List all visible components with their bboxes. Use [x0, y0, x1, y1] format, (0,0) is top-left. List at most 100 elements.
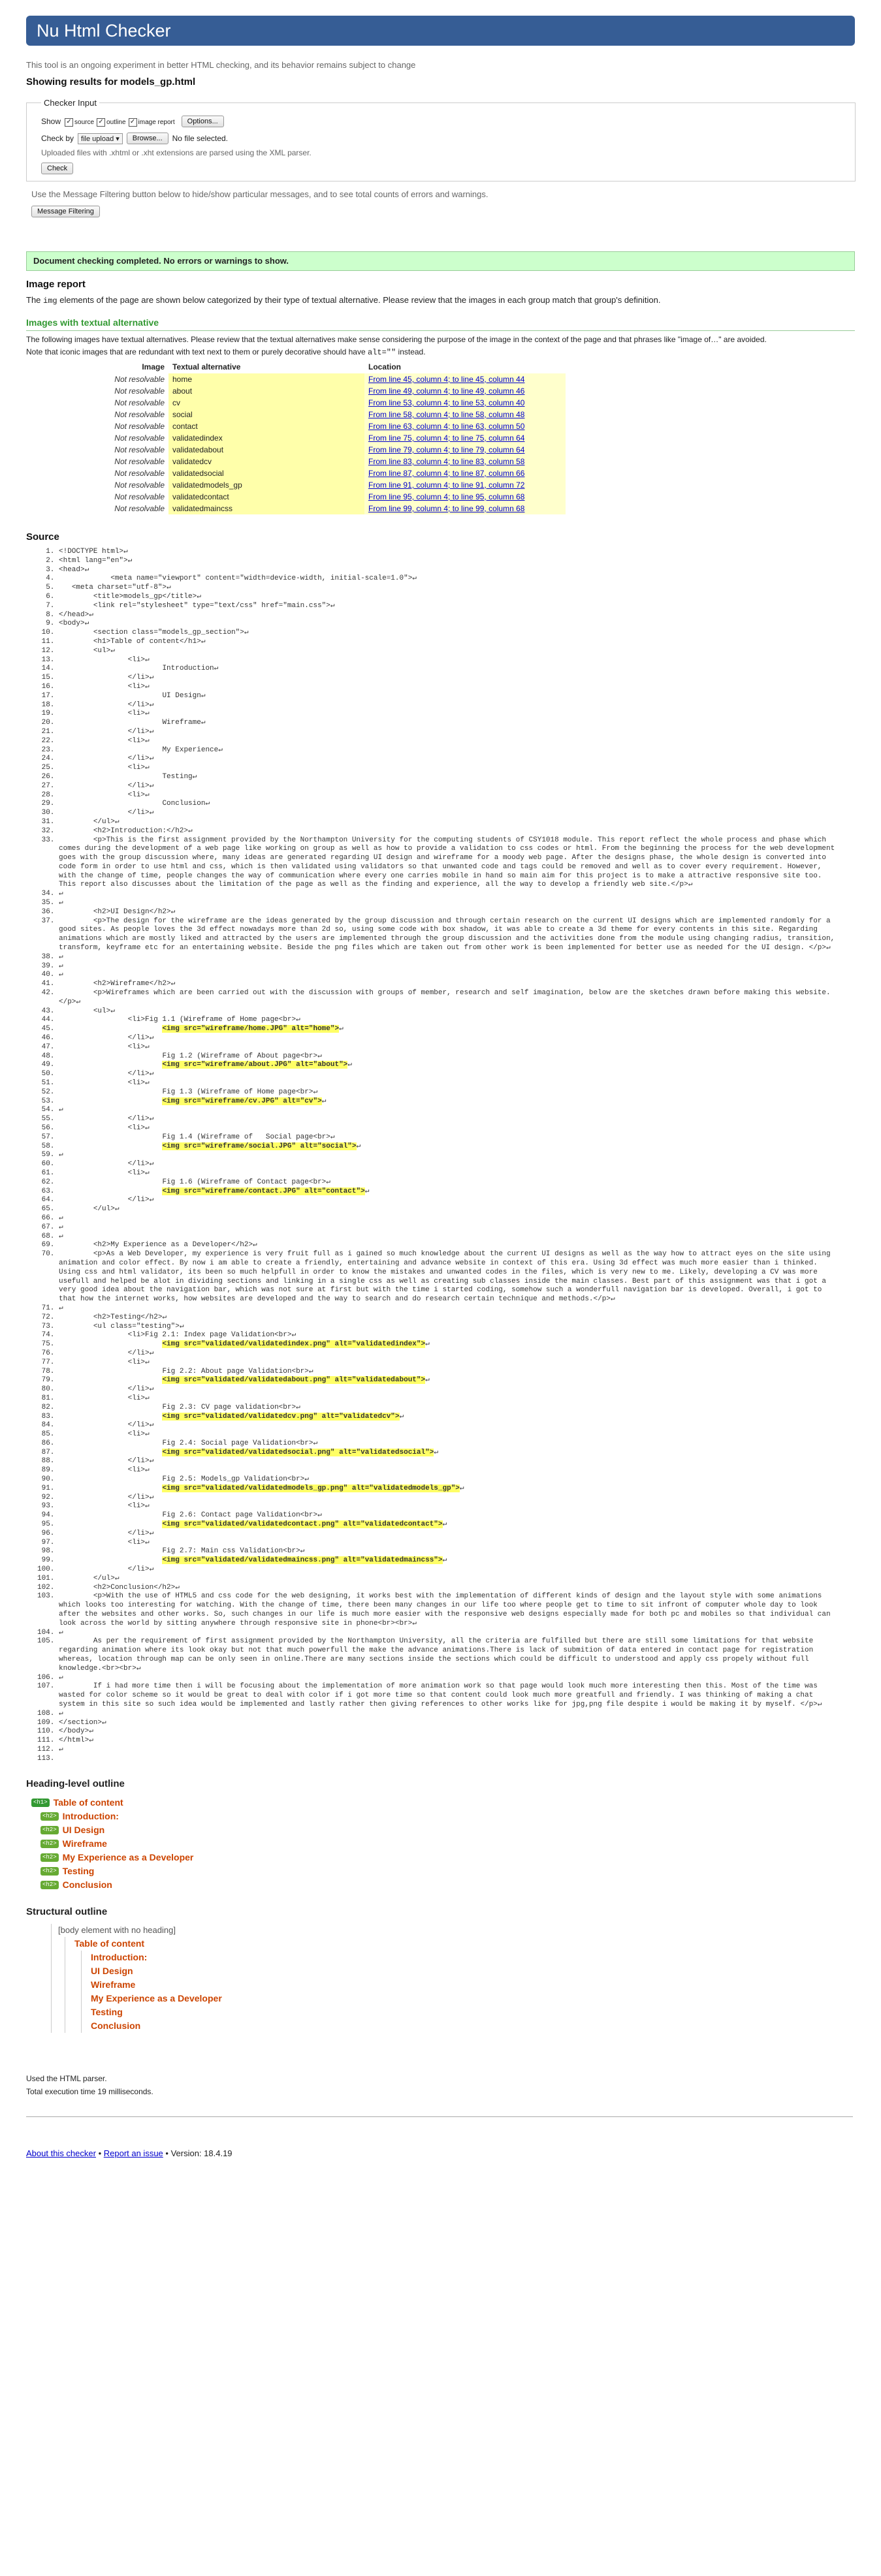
source-line: <li>↵: [59, 1394, 836, 1404]
source-line: <meta name="viewport" content="width=dev…: [59, 574, 836, 584]
source-line: <ul>↵: [59, 647, 836, 656]
heading-level-badge: <h1>: [31, 1798, 50, 1807]
source-line: <h2>UI Design</h2>↵: [59, 908, 836, 917]
image-cell: Not resolvable: [114, 445, 165, 454]
location-cell: From line 75, column 4; to line 75, colu…: [364, 432, 566, 444]
source-line: <link rel="stylesheet" type="text/css" h…: [59, 602, 836, 611]
source-line: ↵: [59, 899, 836, 908]
source-line: ↵: [59, 1151, 836, 1160]
location-link[interactable]: From line 75, column 4; to line 75, colu…: [368, 433, 524, 443]
check-button[interactable]: Check: [41, 163, 74, 174]
location-cell: From line 91, column 4; to line 91, colu…: [364, 479, 566, 491]
source-line: <body>↵: [59, 620, 836, 629]
checkbox-icon[interactable]: ✓: [128, 118, 137, 127]
source-line: Wireframe↵: [59, 719, 836, 728]
outline-item: <h2> Conclusion: [40, 1878, 855, 1892]
location-link[interactable]: From line 63, column 4; to line 63, colu…: [368, 422, 524, 431]
source-line: ↵: [59, 1106, 836, 1115]
show-option-1[interactable]: ✓ outline: [97, 118, 126, 127]
check-by-value: file upload: [81, 134, 114, 143]
heading-level-badge: <h2>: [40, 1812, 59, 1821]
source-line: <li>↵: [59, 1124, 836, 1133]
source-line: <title>models_gp</title>↵: [59, 593, 836, 602]
source-line: ↵: [59, 890, 836, 899]
location-link[interactable]: From line 99, column 4; to line 99, colu…: [368, 504, 524, 513]
table-row: Not resolvable validatedabout From line 79…: [104, 444, 566, 456]
structural-outline-heading: Structural outline: [26, 1906, 108, 1917]
location-link[interactable]: From line 95, column 4; to line 95, colu…: [368, 492, 524, 501]
source-line: <img src="wireframe/cv.JPG" alt="cv">↵: [59, 1097, 836, 1107]
browse-button[interactable]: Browse...: [126, 133, 168, 144]
table-row: Not resolvable validatedmodels_gp From lin…: [104, 479, 566, 491]
source-line: </li>↵: [59, 701, 836, 710]
source-line: <li>↵: [59, 683, 836, 692]
structural-child-node: Introduction:: [91, 1951, 148, 1962]
location-cell: From line 87, column 4; to line 87, colu…: [364, 467, 566, 479]
heading-level-badge: <h2>: [40, 1839, 59, 1848]
highlighted-img-tag: <img src="validated/validatedcontact.png…: [162, 1520, 443, 1529]
alt-text-cell: social: [168, 409, 364, 420]
image-cell: Not resolvable: [114, 422, 165, 431]
source-line: <li>↵: [59, 1079, 836, 1088]
alt-text-cell: home: [168, 373, 364, 385]
filter-note: Use the Message Filtering button below t…: [31, 189, 489, 199]
highlighted-img-tag: <img src="validated/validatedcv.png" alt…: [162, 1412, 400, 1421]
source-line: <h2>Conclusion</h2>↵: [59, 1584, 836, 1593]
location-link[interactable]: From line 58, column 4; to line 58, colu…: [368, 410, 524, 419]
source-line: <li>↵: [59, 1359, 836, 1368]
location-link[interactable]: From line 79, column 4; to line 79, colu…: [368, 445, 524, 454]
location-link[interactable]: From line 87, column 4; to line 87, colu…: [368, 469, 524, 478]
report-issue-link[interactable]: Report an issue: [104, 2148, 163, 2158]
structural-child-node: My Experience as a Developer: [91, 1992, 222, 2003]
location-link[interactable]: From line 49, column 4; to line 49, colu…: [368, 386, 524, 396]
location-cell: From line 99, column 4; to line 99, colu…: [364, 503, 566, 514]
source-line: ↵: [59, 953, 836, 962]
highlighted-img-tag: <img src="validated/validatedsocial.png"…: [162, 1448, 434, 1456]
alt-text-cell: contact: [168, 420, 364, 432]
heading-level-badge: <h2>: [40, 1866, 59, 1876]
parser-note: Used the HTML parser.: [26, 2073, 107, 2083]
location-link[interactable]: From line 83, column 4; to line 83, colu…: [368, 457, 524, 466]
source-line: </ul>↵: [59, 1575, 836, 1584]
source-line: <head>↵: [59, 566, 836, 575]
source-line: </li>↵: [59, 755, 836, 764]
location-link[interactable]: From line 53, column 4; to line 53, colu…: [368, 398, 524, 407]
show-label: Show: [41, 117, 61, 126]
image-report-intro: The img elements of the page are shown b…: [26, 295, 661, 306]
location-cell: From line 83, column 4; to line 83, colu…: [364, 456, 566, 467]
source-line: <img src="validated/validatedabout.png" …: [59, 1376, 836, 1385]
outline-item: <h1> Table of content: [31, 1796, 855, 1810]
table-row: Not resolvable about From line 49, column …: [104, 385, 566, 397]
image-cell: Not resolvable: [114, 433, 165, 443]
checkbox-icon[interactable]: ✓: [97, 118, 106, 127]
source-line: Fig 2.2: About page Validation<br>↵: [59, 1368, 836, 1377]
source-line: ↵: [59, 1629, 836, 1638]
source-line: <h2>My Experience as a Developer</h2>↵: [59, 1241, 836, 1250]
options-button[interactable]: Options...: [181, 116, 224, 127]
table-row: Not resolvable validatedcontact From line …: [104, 491, 566, 503]
source-line: <p>With the use of HTML5 and css code fo…: [59, 1592, 836, 1628]
source-line: <img src="wireframe/home.JPG" alt="home"…: [59, 1025, 836, 1034]
show-option-2[interactable]: ✓ image report: [128, 118, 175, 127]
source-line: <li>↵: [59, 764, 836, 773]
location-link[interactable]: From line 45, column 4; to line 45, colu…: [368, 375, 524, 384]
checkbox-icon[interactable]: ✓: [65, 118, 74, 127]
about-checker-link[interactable]: About this checker: [26, 2148, 96, 2158]
location-cell: From line 95, column 4; to line 95, colu…: [364, 491, 566, 503]
outline-item: <h2> My Experience as a Developer: [40, 1851, 855, 1864]
source-line: <li>↵: [59, 1430, 836, 1439]
image-cell: Not resolvable: [114, 492, 165, 501]
app-title: Nu Html Checker: [37, 21, 171, 40]
image-cell: Not resolvable: [114, 457, 165, 466]
show-option-0[interactable]: ✓ source: [65, 118, 94, 127]
message-filtering-button[interactable]: Message Filtering: [31, 206, 100, 217]
source-line: <li>↵: [59, 1502, 836, 1511]
show-option-label: image report: [138, 119, 175, 126]
source-line: Fig 2.3: CV page validation<br>↵: [59, 1404, 836, 1413]
source-line: <h2>Wireframe</h2>↵: [59, 980, 836, 989]
source-line: </li>↵: [59, 1160, 836, 1169]
source-line: </li>↵: [59, 1565, 836, 1575]
check-by-select[interactable]: file upload ▾: [78, 133, 123, 144]
location-link[interactable]: From line 91, column 4; to line 91, colu…: [368, 480, 524, 490]
source-section: Source <!DOCTYPE html>↵<html lang="en">↵…: [26, 531, 855, 1764]
